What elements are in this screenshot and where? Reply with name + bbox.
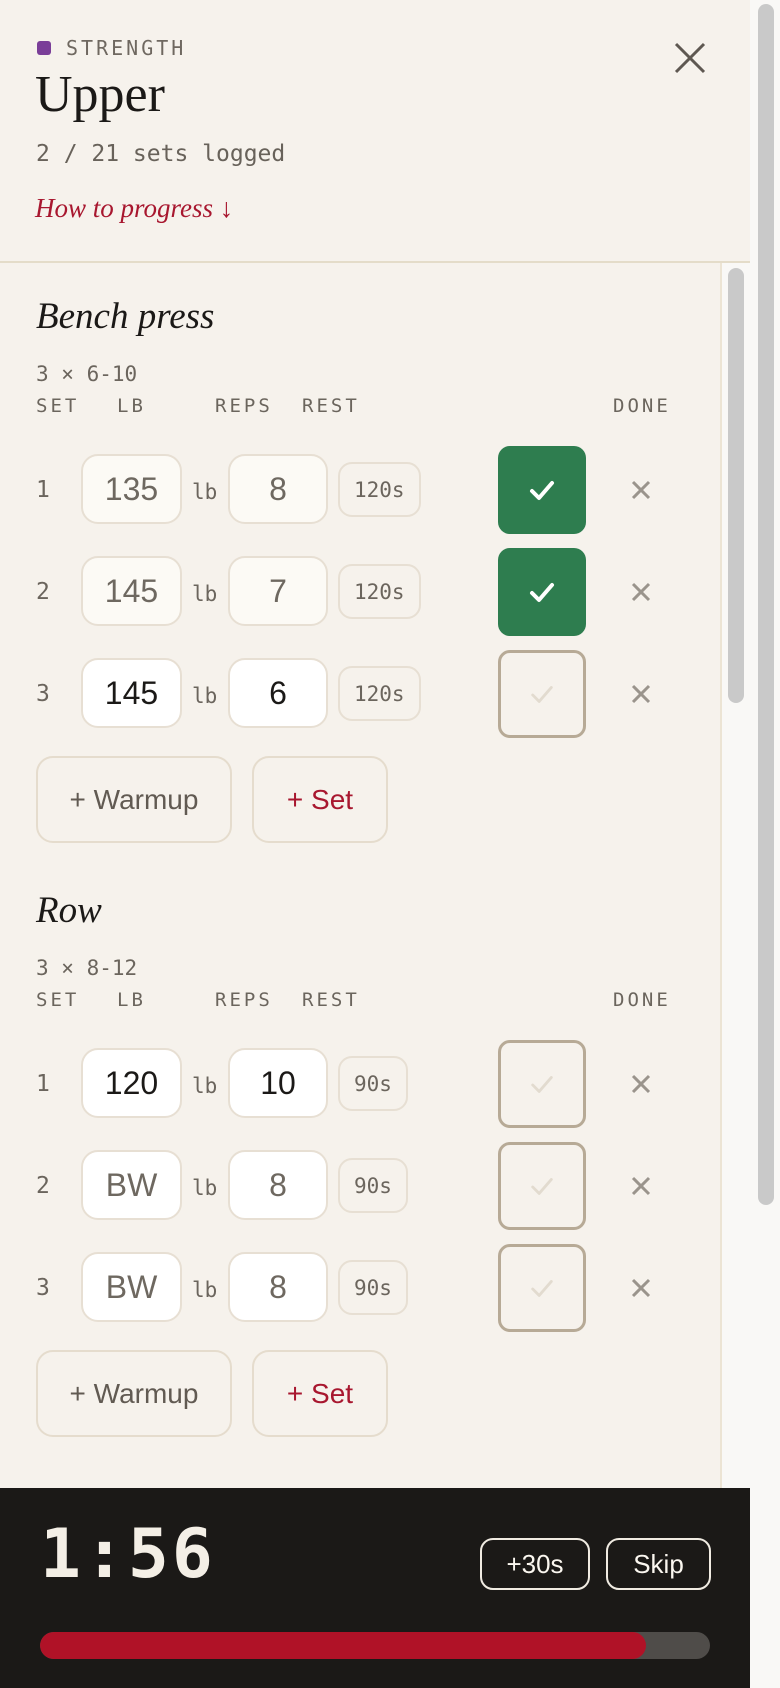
category-color-dot [37, 41, 51, 55]
checkmark-icon [531, 686, 553, 703]
reps-input[interactable]: 6 [228, 658, 328, 728]
col-header-weight: LB [117, 395, 146, 417]
reps-input[interactable]: 8 [228, 1150, 328, 1220]
add-set-button[interactable]: + Set [252, 756, 388, 843]
set-number: 2 [36, 1173, 50, 1199]
sets-logged-counter: 2 / 21 sets logged [36, 141, 286, 167]
reps-input[interactable]: 10 [228, 1048, 328, 1118]
close-icon [631, 684, 651, 704]
skip-rest-button[interactable]: Skip [606, 1538, 711, 1590]
rest-progress-fill [40, 1632, 647, 1659]
col-header-weight: LB [117, 989, 146, 1011]
rest-chip[interactable]: 90s [338, 1260, 408, 1315]
set-number: 3 [36, 681, 50, 707]
col-header-rest: REST [302, 989, 360, 1011]
set-done-checkbox[interactable] [498, 446, 586, 534]
set-number: 2 [36, 579, 50, 605]
rest-chip[interactable]: 90s [338, 1158, 408, 1213]
exercise-name: Row [36, 890, 102, 931]
reps-input[interactable]: 8 [228, 1252, 328, 1322]
weight-input[interactable]: 135 [81, 454, 182, 524]
exercise-name: Bench press [36, 296, 215, 337]
unit-label: lb [192, 1074, 218, 1098]
add-warmup-button[interactable]: + Warmup [36, 1350, 232, 1437]
remove-set-button[interactable] [621, 1268, 661, 1308]
close-icon [631, 582, 651, 602]
remove-set-button[interactable] [621, 572, 661, 612]
weight-input[interactable]: BW [81, 1150, 182, 1220]
set-done-checkbox[interactable] [498, 1040, 586, 1128]
checkmark-icon [530, 481, 554, 500]
col-header-rest: REST [302, 395, 360, 417]
list-scrollbar-thumb[interactable] [728, 268, 744, 703]
set-number: 1 [36, 477, 50, 503]
set-done-checkbox[interactable] [498, 650, 586, 738]
unit-label: lb [192, 684, 218, 708]
page-scrollbar-thumb[interactable] [758, 4, 774, 1205]
reps-input[interactable]: 7 [228, 556, 328, 626]
checkmark-icon [530, 583, 554, 602]
unit-label: lb [192, 480, 218, 504]
close-icon [631, 1074, 651, 1094]
set-number: 3 [36, 1275, 50, 1301]
rest-progress-track [40, 1632, 710, 1659]
exercise-scheme: 3 × 6-10 [36, 362, 138, 386]
col-header-done: DONE [613, 989, 671, 1011]
weight-input[interactable]: 145 [81, 556, 182, 626]
how-to-progress-link[interactable]: How to progress ↓ [35, 193, 233, 224]
set-done-checkbox[interactable] [498, 1244, 586, 1332]
set-done-checkbox[interactable] [498, 548, 586, 636]
remove-set-button[interactable] [621, 674, 661, 714]
col-header-set: SET [36, 989, 80, 1011]
exercise-list[interactable]: Bench press 3 × 6-10 SET LB REPS REST DO… [0, 263, 720, 1488]
col-header-reps: REPS [215, 989, 273, 1011]
unit-label: lb [192, 1278, 218, 1302]
remove-set-button[interactable] [621, 470, 661, 510]
add-30s-button[interactable]: +30s [480, 1538, 590, 1590]
add-set-button[interactable]: + Set [252, 1350, 388, 1437]
col-header-reps: REPS [215, 395, 273, 417]
col-header-done: DONE [613, 395, 671, 417]
weight-input[interactable]: 145 [81, 658, 182, 728]
weight-input[interactable]: BW [81, 1252, 182, 1322]
category-label: STRENGTH [66, 36, 187, 60]
close-button[interactable] [668, 36, 712, 80]
unit-label: lb [192, 582, 218, 606]
close-icon [631, 480, 651, 500]
close-icon [631, 1278, 651, 1298]
remove-set-button[interactable] [621, 1166, 661, 1206]
reps-input[interactable]: 8 [228, 454, 328, 524]
weight-input[interactable]: 120 [81, 1048, 182, 1118]
set-number: 1 [36, 1071, 50, 1097]
checkmark-icon [531, 1076, 553, 1093]
exercise-scheme: 3 × 8-12 [36, 956, 138, 980]
rest-chip[interactable]: 120s [338, 666, 421, 721]
close-icon [674, 42, 706, 74]
workout-logger: STRENGTH Upper 2 / 21 sets logged How to… [0, 0, 750, 1688]
close-icon [631, 1176, 651, 1196]
set-done-checkbox[interactable] [498, 1142, 586, 1230]
rest-chip[interactable]: 90s [338, 1056, 408, 1111]
col-header-set: SET [36, 395, 80, 417]
checkmark-icon [531, 1178, 553, 1195]
rest-timer-display: 1:56 [40, 1515, 216, 1594]
rest-chip[interactable]: 120s [338, 564, 421, 619]
workout-header: STRENGTH Upper 2 / 21 sets logged How to… [0, 0, 750, 263]
unit-label: lb [192, 1176, 218, 1200]
add-warmup-button[interactable]: + Warmup [36, 756, 232, 843]
remove-set-button[interactable] [621, 1064, 661, 1104]
checkmark-icon [531, 1280, 553, 1297]
page-title: Upper [35, 66, 165, 123]
rest-chip[interactable]: 120s [338, 462, 421, 517]
